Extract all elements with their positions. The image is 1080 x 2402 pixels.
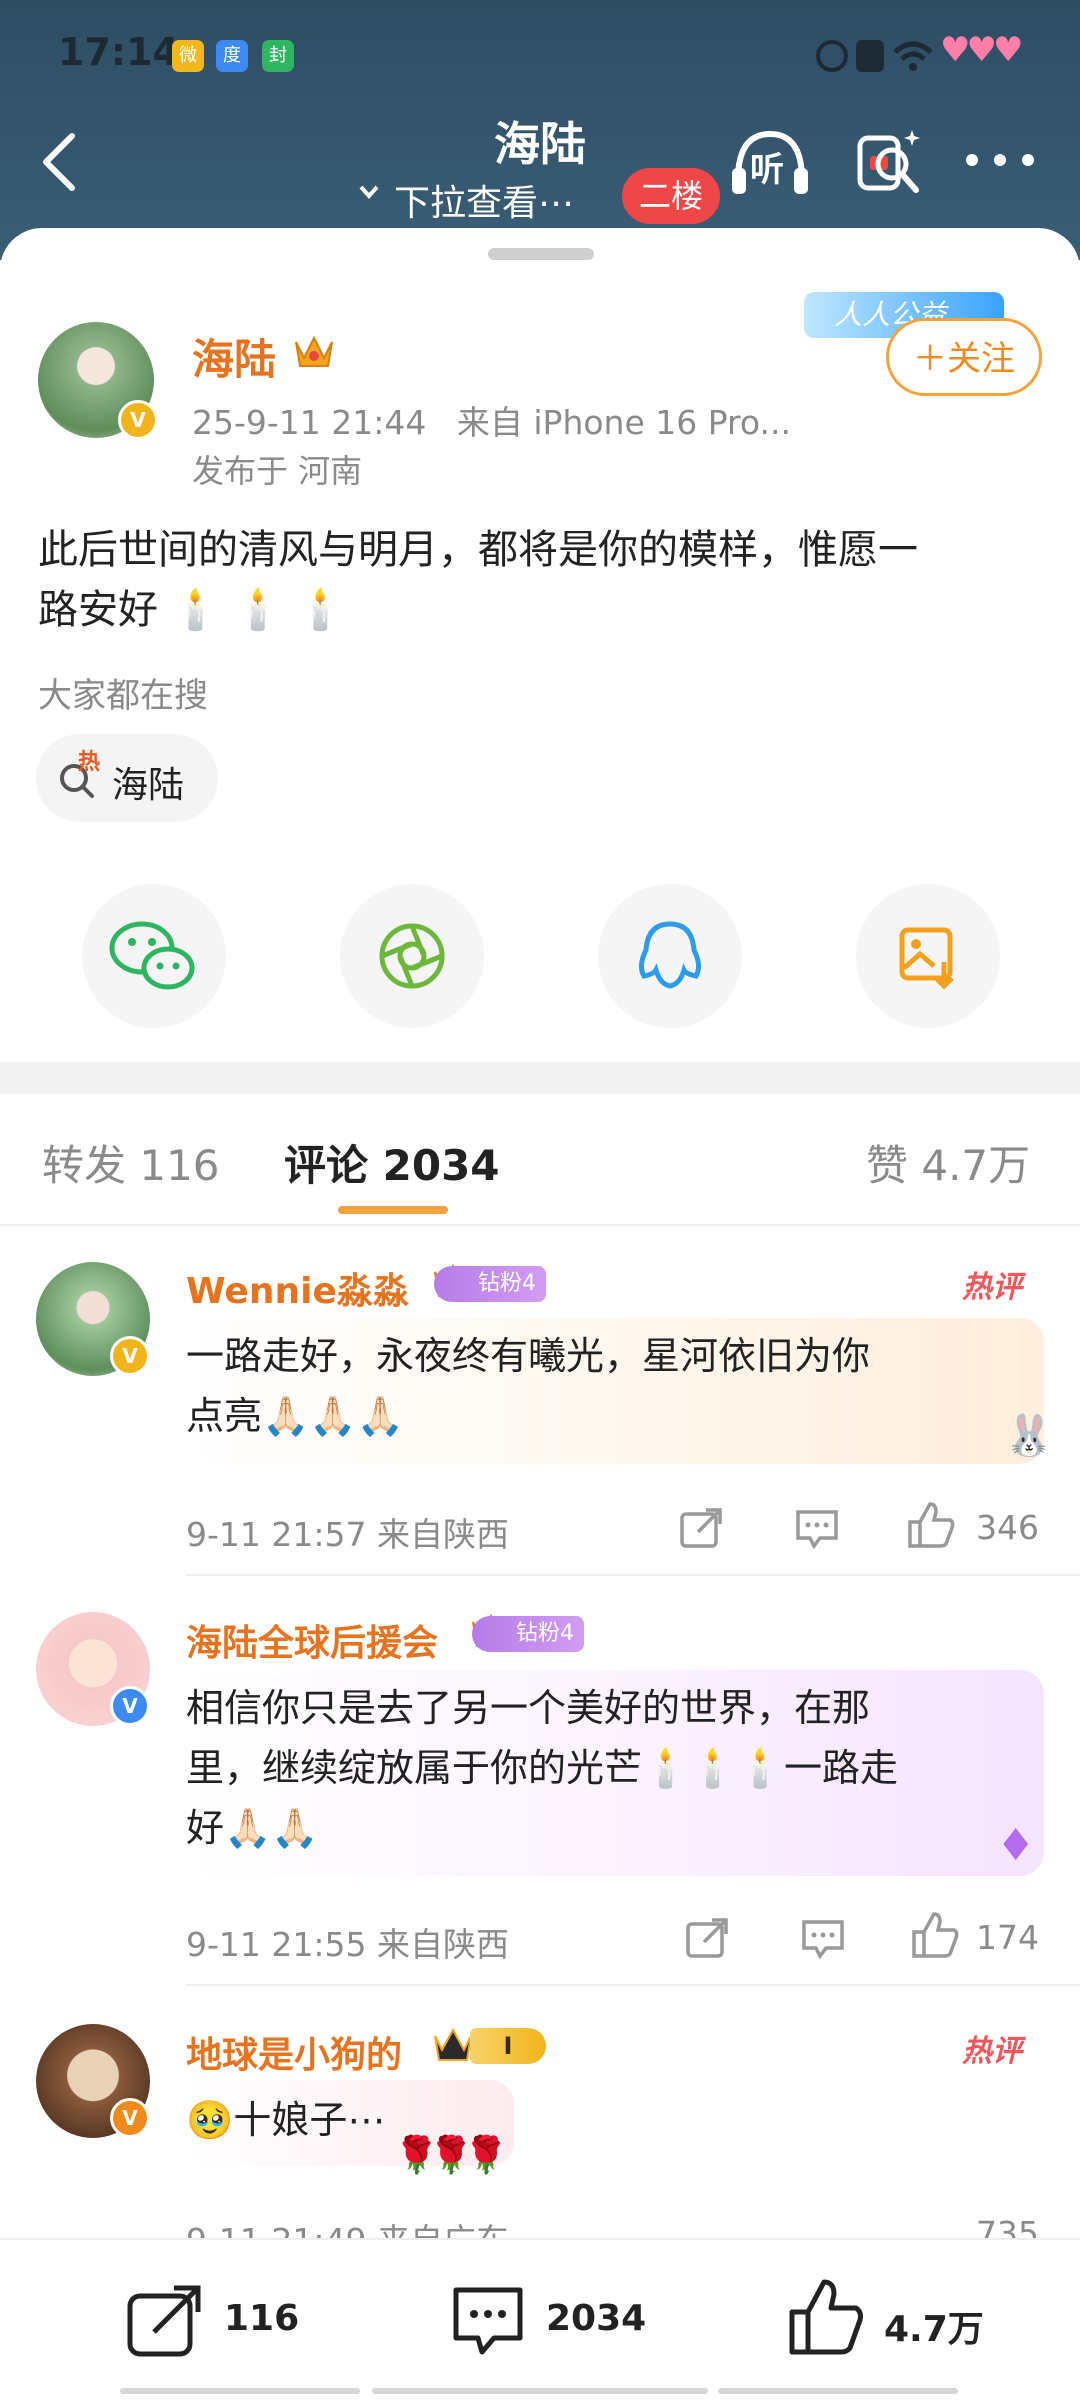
weibo-notification-icon: 微 (172, 40, 204, 72)
post-source[interactable]: 来自 iPhone 16 Pro... (457, 403, 791, 442)
share-moments-button[interactable] (340, 884, 484, 1028)
diamond-decoration-icon: ♦ (996, 1820, 1036, 1871)
save-image-button[interactable] (856, 884, 1000, 1028)
comment-text: 相信你只是去了另一个美好的世界，在那 里，继续绽放属于你的光芒🕯️🕯️🕯️一路走… (186, 1686, 898, 1850)
follow-button[interactable]: ＋关注 (886, 318, 1042, 396)
share-comment-icon[interactable] (684, 1916, 730, 1960)
comment-icon (453, 2287, 523, 2355)
chevron-down-icon (358, 184, 380, 204)
pull-down-hint[interactable]: 下拉查看⋯ (394, 174, 574, 226)
search-tag[interactable]: 热 海陆 (36, 734, 218, 822)
fan-level-badge[interactable]: 钻粉4 (472, 1616, 584, 1652)
member-level-badge[interactable]: I (470, 2028, 546, 2064)
bunny-decoration-icon: 🐰 (1004, 1413, 1054, 1459)
hot-comment-badge: 热评 (962, 2034, 1022, 2069)
rose-decoration-icon: 🌹🌹🌹 (394, 2135, 509, 2176)
qq-icon (638, 921, 702, 989)
like-icon[interactable] (906, 1500, 956, 1550)
verified-badge-icon: V (110, 2098, 150, 2138)
battery-hearts-icon: ♥♥♥ (940, 30, 1023, 70)
comment-like-count: 346 (976, 1508, 1039, 1547)
author-name[interactable]: 海陆 (192, 326, 276, 387)
repost-icon (127, 2285, 201, 2357)
tab-comment[interactable]: 评论 2034 (284, 1132, 500, 1193)
baidu-notification-icon: 度 (216, 40, 248, 72)
listen-icon[interactable]: 听 (730, 128, 810, 198)
comment-author[interactable]: 地球是小狗的 (186, 2026, 402, 2078)
post-content: 此后世间的清风与明月，都将是你的模样，惟愿一 路安好 🕯️ 🕯️ 🕯️ (38, 520, 1048, 640)
comment-meta: 9-11 21:49 来自广东 (186, 2214, 509, 2238)
repost-count: 116 (224, 2298, 300, 2339)
comment-like-count: 735 (976, 2214, 1039, 2238)
home-indicator-segment (718, 2388, 958, 2394)
reply-comment-icon[interactable] (794, 1506, 840, 1550)
status-time: 17:14 (58, 30, 179, 74)
comment-like-count: 174 (976, 1918, 1039, 1957)
everyone-searching-label: 大家都在搜 (38, 676, 208, 716)
fan-level-badge[interactable]: 钻粉4 (434, 1266, 546, 1302)
second-floor-badge[interactable]: 二楼 (622, 168, 720, 224)
like-icon (789, 2279, 863, 2355)
hot-comment-badge: 热评 (962, 1270, 1022, 1305)
silent-icon (856, 40, 884, 72)
tab-repost[interactable]: 转发 116 (42, 1132, 220, 1193)
hot-mark: 热 (78, 750, 101, 775)
comment-author[interactable]: 海陆全球后援会 (186, 1614, 438, 1666)
comment-meta: 9-11 21:55 来自陕西 (186, 1925, 509, 1964)
comment-text: 🥹十娘子⋯ (186, 2098, 386, 2142)
verified-badge-icon: V (110, 1686, 150, 1726)
like-button[interactable]: 4.7万 (786, 2276, 1006, 2358)
like-icon[interactable] (910, 1910, 960, 1960)
red-packet-search-icon[interactable] (856, 124, 924, 198)
listen-label: 听 (750, 150, 784, 190)
wifi-icon (893, 41, 933, 71)
repost-button[interactable]: 116 (124, 2282, 344, 2358)
candle-emoji: 🕯️ 🕯️ 🕯️ (170, 587, 346, 633)
tab-like[interactable]: 赞 4.7万 (866, 1132, 1030, 1193)
post-location: 发布于 河南 (192, 452, 363, 490)
reply-comment-icon[interactable] (800, 1916, 846, 1960)
like-count: 4.7万 (884, 2309, 984, 2350)
tabs-divider (0, 1224, 1080, 1226)
comment-divider (186, 1984, 1080, 1986)
section-divider (0, 1062, 1080, 1094)
crown-icon (434, 2027, 472, 2061)
home-indicator-segment (372, 2388, 708, 2394)
moments-icon (379, 923, 445, 989)
comment-text: 一路走好，永夜终有曦光，星河依旧为你 点亮🙏🏻🙏🏻🙏🏻 (186, 1334, 871, 1438)
share-qq-button[interactable] (598, 884, 742, 1028)
more-options-icon[interactable] (964, 152, 1036, 168)
news-notification-icon: 封 (262, 40, 294, 72)
crown-icon (295, 335, 333, 367)
wechat-icon (109, 921, 195, 990)
comment-button[interactable]: 2034 (448, 2282, 688, 2358)
share-wechat-button[interactable] (82, 884, 226, 1028)
post-timestamp: 25-9-11 21:44 (192, 403, 427, 442)
share-comment-icon[interactable] (678, 1506, 724, 1550)
comment-meta: 9-11 21:57 来自陕西 (186, 1515, 509, 1554)
comment-author[interactable]: Wennie淼淼 (186, 1262, 409, 1314)
active-tab-indicator (338, 1206, 448, 1214)
alarm-icon (816, 40, 848, 72)
comment-count: 2034 (546, 2298, 647, 2339)
post-timestamp-source: 25-9-11 21:44 来自 iPhone 16 Pro... (192, 396, 791, 444)
post-content-line-2: 路安好 🕯️ 🕯️ 🕯️ (38, 587, 346, 633)
save-image-icon (899, 927, 954, 990)
comment-divider (186, 1574, 1080, 1576)
verified-badge-icon: V (118, 400, 158, 440)
verified-badge-icon: V (110, 1336, 150, 1376)
home-indicator-segment (120, 2388, 360, 2394)
drag-handle[interactable] (488, 248, 594, 260)
post-content-line-1: 此后世间的清风与明月，都将是你的模样，惟愿一 (38, 527, 918, 573)
search-tag-label: 海陆 (112, 765, 185, 806)
